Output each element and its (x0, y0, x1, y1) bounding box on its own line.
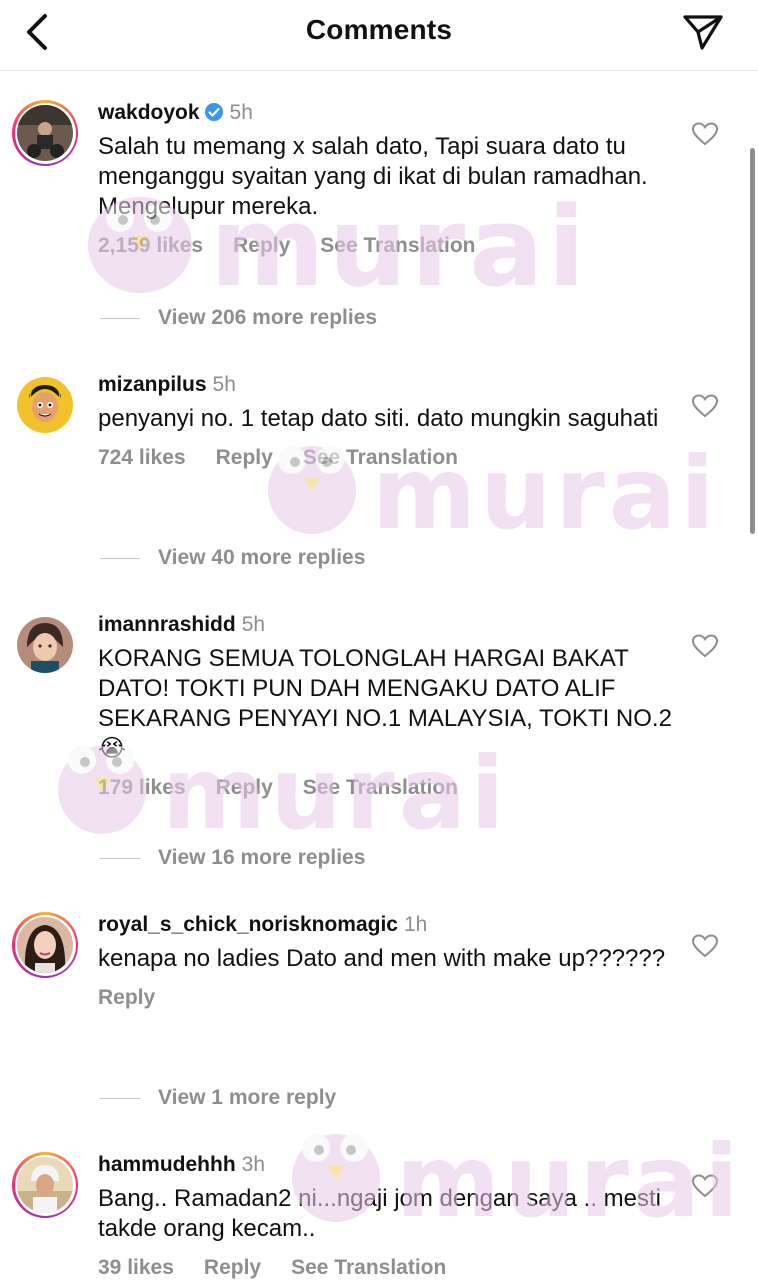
scrollbar[interactable] (750, 148, 755, 534)
view-replies-label: View 206 more replies (158, 306, 378, 329)
comment-username[interactable]: imannrashidd (98, 613, 236, 636)
comment-time: 5h (241, 613, 266, 636)
likes-count[interactable]: 2,159 likes (98, 234, 203, 257)
avatar-wrap[interactable] (12, 372, 78, 438)
avatar-story-ring[interactable] (12, 912, 78, 978)
reply-button[interactable]: Reply (233, 234, 290, 257)
likes-count[interactable]: 724 likes (98, 446, 186, 469)
see-translation-button[interactable]: See Translation (291, 1256, 446, 1279)
avatar (17, 917, 73, 973)
reply-button[interactable]: Reply (98, 986, 155, 1009)
comment-username[interactable]: hammudehhh (98, 1153, 236, 1176)
comment-text: penyanyi no. 1 tetap dato siti. dato mun… (98, 405, 659, 432)
view-replies-label: View 16 more replies (158, 846, 366, 869)
see-translation-button[interactable]: See Translation (303, 446, 458, 469)
avatar (17, 105, 73, 161)
view-replies-label: View 1 more reply (158, 1086, 337, 1109)
view-replies-button[interactable]: View 40 more replies (100, 546, 365, 570)
comment-text: KORANG SEMUA TOLONGLAH HARGAI BAKAT DATO… (98, 644, 678, 764)
view-replies-label: View 40 more replies (158, 546, 366, 569)
share-button[interactable] (678, 8, 728, 56)
comment-time: 5h (212, 373, 236, 396)
send-icon (683, 15, 723, 50)
comment-text: Salah tu memang x salah dato, Tapi suara… (98, 133, 648, 220)
divider-line (100, 317, 140, 319)
divider-line (100, 857, 140, 859)
avatar (17, 617, 73, 673)
avatar (17, 1157, 73, 1213)
comment-username[interactable]: wakdoyok (98, 101, 200, 124)
reply-button[interactable]: Reply (216, 776, 273, 799)
see-translation-button[interactable]: See Translation (303, 776, 458, 799)
comment-text: Bang.. Ramadan2 ni...ngaji jom dengan sa… (98, 1185, 661, 1242)
heart-icon[interactable] (692, 394, 718, 418)
header-bar: Comments (0, 0, 758, 71)
comment-text-body: KORANG SEMUA TOLONGLAH HARGAI BAKAT DATO… (98, 645, 672, 732)
comment-time: 1h (403, 913, 428, 936)
verified-badge-icon (204, 103, 223, 121)
avatar-story-ring[interactable] (12, 100, 78, 166)
comment-time: 5h (229, 101, 253, 124)
reply-button[interactable]: Reply (216, 446, 273, 469)
heart-icon[interactable] (692, 634, 718, 658)
view-replies-button[interactable]: View 206 more replies (100, 306, 377, 330)
avatar-wrap[interactable] (12, 612, 78, 678)
likes-count[interactable]: 179 likes (98, 776, 186, 799)
heart-icon[interactable] (692, 1174, 718, 1198)
heart-icon[interactable] (692, 934, 718, 958)
divider-line (100, 557, 140, 559)
comment-text: kenapa no ladies Dato and men with make … (98, 945, 666, 972)
page-title: Comments (305, 14, 453, 45)
avatar (17, 377, 73, 433)
comment-time: 3h (241, 1153, 266, 1176)
comment-username[interactable]: mizanpilus (98, 373, 207, 396)
avatar-story-ring[interactable] (12, 1152, 78, 1218)
reply-button[interactable]: Reply (204, 1256, 261, 1279)
heart-icon[interactable] (692, 122, 718, 146)
see-translation-button[interactable]: See Translation (320, 234, 475, 257)
comment-username[interactable]: royal_s_chick_norisknomagic (98, 913, 398, 936)
crying-emoji: 😭 (98, 735, 127, 762)
divider-line (100, 1097, 140, 1099)
view-replies-button[interactable]: View 16 more replies (100, 846, 365, 870)
likes-count[interactable]: 39 likes (98, 1256, 174, 1279)
view-replies-button[interactable]: View 1 more reply (100, 1086, 336, 1110)
